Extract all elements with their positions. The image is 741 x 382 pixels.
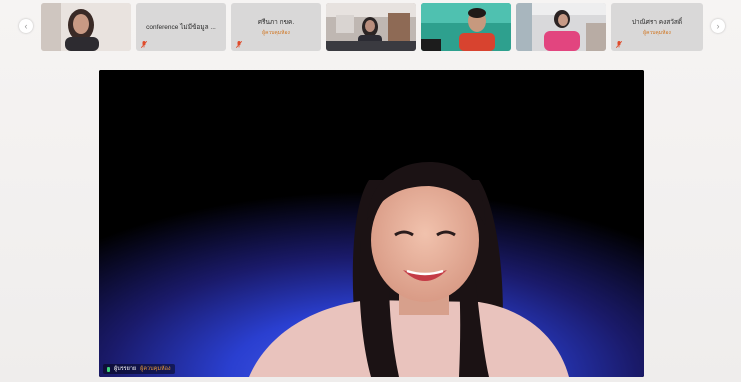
participant-tile[interactable] [516, 3, 606, 51]
participant-video [421, 3, 511, 51]
participant-video [516, 3, 606, 51]
participant-tile[interactable]: ศรีนภา กขค. ผู้ควบคุมห้อง [231, 3, 321, 51]
speaker-name: ผู้บรรยาย [114, 366, 137, 372]
participant-strip: ‹ conference ไม่มีข้อมูล ... ศรีนภา กขค.… [0, 3, 741, 53]
speaker-role: ผู้ควบคุมห้อง [140, 366, 171, 372]
mic-off-icon [140, 41, 148, 48]
participant-tile[interactable]: ปาณิศรา คงสวัสดิ์ ผู้ควบคุมห้อง [611, 3, 703, 51]
participant-tile[interactable] [326, 3, 416, 51]
participant-role: ผู้ควบคุมห้อง [262, 30, 290, 36]
participant-tile[interactable] [421, 3, 511, 51]
participant-tile[interactable]: conference ไม่มีข้อมูล ... [136, 3, 226, 51]
participant-video [41, 3, 131, 51]
participant-name: conference ไม่มีข้อมูล ... [146, 24, 216, 31]
participant-role: ผู้ควบคุมห้อง [643, 30, 671, 36]
strip-prev-button[interactable]: ‹ [19, 19, 33, 33]
main-speaker-video[interactable]: ผู้บรรยาย ผู้ควบคุมห้อง [99, 70, 644, 377]
strip-next-button[interactable]: › [711, 19, 725, 33]
participant-name: ปาณิศรา คงสวัสดิ์ [631, 19, 683, 26]
mic-off-icon [615, 41, 623, 48]
video-conference-app: ‹ conference ไม่มีข้อมูล ... ศรีนภา กขค.… [0, 0, 741, 382]
mic-off-icon [235, 41, 243, 48]
chevron-left-icon: ‹ [24, 20, 28, 31]
mic-active-icon [107, 366, 110, 372]
participant-tile[interactable] [41, 3, 131, 51]
chevron-right-icon: › [716, 20, 720, 31]
participant-name: ศรีนภา กขค. [257, 19, 295, 26]
participant-video [326, 3, 416, 51]
speaker-label: ผู้บรรยาย ผู้ควบคุมห้อง [103, 364, 175, 374]
speaker-video-feed [99, 70, 644, 377]
